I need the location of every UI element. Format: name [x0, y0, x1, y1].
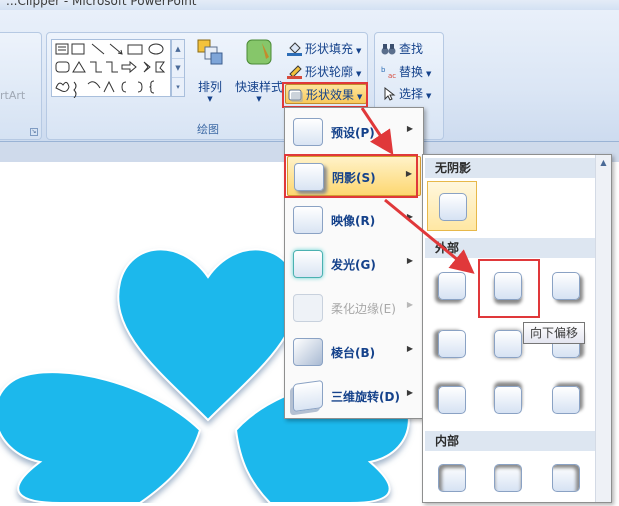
- reflection-thumb-icon: [293, 206, 323, 234]
- menu-item-bevel[interactable]: 棱台(B) ▶: [287, 332, 421, 372]
- chevron-right-icon: ▶: [406, 212, 413, 221]
- window-title: ...Clipper - Microsoft PowerPoint: [6, 0, 197, 8]
- menu-item-3d-rotation[interactable]: 三维旋转(D) ▶: [287, 376, 421, 416]
- shadow-option-inner-1[interactable]: [427, 453, 477, 503]
- section-header-inner: 内部: [425, 431, 595, 451]
- preset-thumb-icon: [293, 118, 323, 146]
- shadow-highlight-box: [284, 154, 418, 198]
- shape-fill-label: 形状填充: [305, 42, 354, 56]
- tooltip: 向下偏移: [523, 322, 586, 344]
- scroll-up-icon[interactable]: ▲: [596, 155, 611, 171]
- select-dropdown-icon: ▼: [426, 92, 432, 100]
- quick-styles-button[interactable]: 快速样式 ▼: [233, 37, 285, 103]
- gallery-scrollbar[interactable]: ▲ ▼ ▾: [171, 39, 185, 97]
- shape-outline-label: 形状轮廓: [305, 65, 354, 79]
- arrange-label: 排列: [197, 80, 222, 94]
- svg-text:b: b: [381, 66, 386, 74]
- gallery-up-icon[interactable]: ▲: [172, 40, 184, 59]
- arrange-button[interactable]: 排列 ▼: [195, 37, 225, 103]
- quick-styles-label: 快速样式: [234, 80, 283, 94]
- shape-outline-dropdown-icon: ▼: [356, 70, 362, 78]
- wordart-label: rtArt: [0, 89, 26, 102]
- menu-item-label: 预设(P): [331, 126, 375, 140]
- shapes-gallery-icons: [55, 43, 166, 98]
- arrange-dropdown-icon: ▼: [207, 95, 213, 103]
- shape-fill-dropdown-icon: ▼: [356, 47, 362, 55]
- quick-styles-dropdown-icon: ▼: [256, 95, 262, 103]
- chevron-right-icon: ▶: [406, 388, 413, 397]
- menu-item-label: 映像(R): [331, 214, 376, 228]
- section-header-outer: 外部: [425, 238, 595, 258]
- no-shadow-option[interactable]: [427, 181, 477, 231]
- select-button[interactable]: 选择 ▼: [379, 84, 431, 104]
- chevron-right-icon: ▶: [406, 344, 413, 353]
- menu-item-soft-edges: 柔化边缘(E) ▶: [287, 288, 421, 328]
- effects-highlight-box: [282, 82, 368, 108]
- bevel-thumb-icon: [293, 338, 323, 366]
- title-bar: ...Clipper - Microsoft PowerPoint: [0, 0, 619, 10]
- chevron-right-icon: ▶: [406, 124, 413, 133]
- soft-edges-thumb-icon: [293, 294, 323, 322]
- shadow-option-inner-3[interactable]: [541, 453, 591, 503]
- svg-text:ac: ac: [388, 72, 396, 79]
- gallery-more-icon[interactable]: ▾: [172, 78, 184, 97]
- menu-item-preset[interactable]: 预设(P) ▶: [287, 112, 421, 152]
- menu-item-label: 棱台(B): [331, 346, 376, 360]
- menu-item-label: 三维旋转(D): [331, 390, 400, 404]
- shadow-option-outer-1[interactable]: [427, 261, 477, 311]
- replace-dropdown-icon: ▼: [426, 70, 432, 78]
- gallery-down-icon[interactable]: ▼: [172, 59, 184, 78]
- chevron-right-icon: ▶: [406, 300, 413, 309]
- find-label: 查找: [399, 42, 424, 56]
- offset-option-highlight-box: [478, 259, 540, 318]
- shadow-option-inner-2[interactable]: [483, 453, 533, 503]
- shape-fill-button[interactable]: 形状填充 ▼: [285, 39, 361, 59]
- binoculars-icon: [381, 44, 396, 55]
- replace-button[interactable]: b ac 替换 ▼: [379, 62, 431, 82]
- dialog-launcher-icon[interactable]: ↘: [30, 128, 38, 136]
- find-button[interactable]: 查找: [379, 39, 423, 59]
- shadow-option-outer-3[interactable]: [541, 261, 591, 311]
- section-header-no-shadow: 无阴影: [425, 158, 595, 178]
- shape-outline-button[interactable]: 形状轮廓 ▼: [285, 62, 361, 82]
- quick-styles-icon: [246, 39, 272, 65]
- select-label: 选择: [399, 87, 424, 101]
- cursor-icon: [384, 87, 396, 101]
- chevron-right-icon: ▶: [406, 256, 413, 265]
- menu-item-label: 发光(G): [331, 258, 376, 272]
- glow-thumb-icon: [293, 250, 323, 278]
- shadow-option-outer-9[interactable]: [541, 375, 591, 425]
- pencil-icon: [287, 65, 302, 79]
- menu-item-glow[interactable]: 发光(G) ▶: [287, 244, 421, 284]
- replace-label: 替换: [399, 65, 424, 79]
- shadow-option-outer-4[interactable]: [427, 319, 477, 369]
- shadow-option-outer-7[interactable]: [427, 375, 477, 425]
- paint-bucket-icon: [287, 42, 302, 56]
- shapes-gallery[interactable]: [51, 39, 171, 98]
- arrange-icon: [197, 39, 223, 65]
- 3d-rotation-thumb-icon: [293, 379, 323, 413]
- menu-item-label: 柔化边缘(E): [331, 302, 396, 316]
- shadow-option-outer-8[interactable]: [483, 375, 533, 425]
- wordart-group: rtArt ↘: [0, 32, 42, 140]
- replace-icon: b ac: [381, 66, 396, 79]
- menu-item-reflection[interactable]: 映像(R) ▶: [287, 200, 421, 240]
- submenu-scrollbar[interactable]: ▲: [595, 155, 611, 502]
